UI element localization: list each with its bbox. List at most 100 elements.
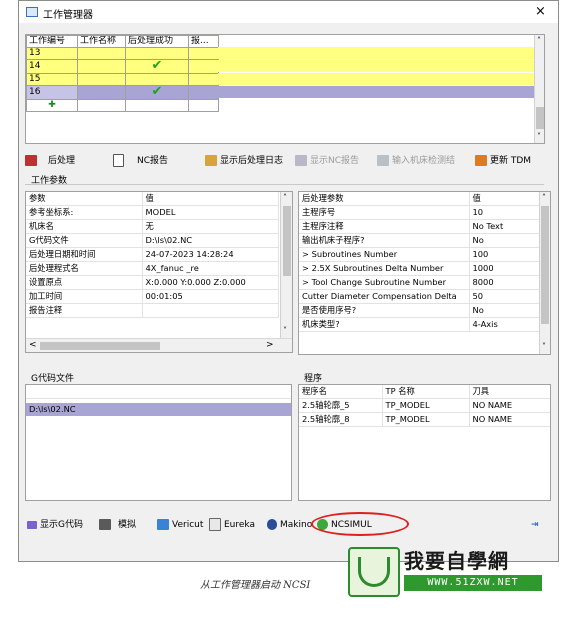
col-report[interactable]: 报... [188,35,219,48]
programs-table: 程序名 TP 名称 刀具 2.5轴轮廓_5 TP_MODEL NO NAME 2.5… [299,385,550,427]
new-row[interactable]: ✚ [26,99,219,112]
scroll-up-icon[interactable]: ˄ [542,193,546,202]
table-row[interactable]: 加工时间 00:01:05 [26,289,279,304]
update-tdm-label: 更新 TDM [490,156,532,166]
scroll-thumb[interactable] [536,107,544,129]
report-disabled-icon [295,155,307,166]
table-row[interactable]: 设置原点 X:0.000 Y:0.000 Z:0.000 [26,275,279,290]
nc-report-button[interactable]: NC报告 [113,154,168,168]
table-row[interactable]: > Subroutines Number 100 [299,247,540,262]
col-tp-name[interactable]: TP 名称 [382,385,470,399]
col-job-id[interactable]: 工作编号 [26,35,78,48]
table-row[interactable]: 输出机床子程序? No [299,233,540,248]
machine-check-icon [377,155,389,166]
table-row[interactable]: 14 ✔ [26,59,219,74]
table-row[interactable]: 机床名无 [26,219,279,234]
col-program-name[interactable]: 程序名 [299,385,383,399]
table-row[interactable]: 参考坐标系: MODEL [26,205,279,220]
param-value: 4X_fanuc _re [142,261,279,276]
table-row[interactable]: G代码文件 D:\ls\02.NC [26,233,279,248]
scroll-left-icon[interactable]: < [29,340,37,350]
scroll-down-icon[interactable]: ˅ [537,132,541,141]
table-row[interactable]: Cutter Diameter Compensation Delta 50 [299,289,540,304]
table-row[interactable]: 报告注释 [26,303,279,318]
scroll-thumb[interactable] [541,206,549,324]
divider [25,184,544,185]
postprocess-icon [25,155,37,166]
check-icon: ✔ [151,59,163,73]
eureka-button[interactable]: Eureka [209,518,255,532]
vericut-button[interactable]: Vericut [157,518,203,532]
exit-icon[interactable]: ⇥ [531,518,539,532]
scroll-down-icon[interactable]: ˅ [283,326,287,335]
table-row[interactable]: 2.5轴轮廓_8 TP_MODEL NO NAME [299,412,550,427]
table-row[interactable]: 机床类型? 4-Axis [299,317,540,332]
table-row[interactable]: 后处理程式名 4X_fanuc _re [26,261,279,276]
col-param[interactable]: 参数 [26,192,143,206]
param-name: 报告注释 [26,303,143,318]
table-row[interactable]: 是否使用序号? No [299,303,540,318]
add-row-icon[interactable]: ✚ [26,99,78,112]
post-param-value: 1000 [469,261,540,276]
show-post-log-button[interactable]: 显示后处理日志 [205,154,283,168]
postprocess-label: 后处理 [48,156,76,166]
table-row[interactable]: 2.5轴轮廓_5 TP_MODEL NO NAME [299,398,550,413]
col-post-success[interactable]: 后处理成功 [125,35,189,48]
post-param-value: 10 [469,205,540,220]
col-value[interactable]: 值 [142,192,279,206]
col-tool[interactable]: 刀具 [469,385,550,399]
gcode-file-item[interactable]: D:\ls\02.NC [26,403,291,416]
post-param-name: Cutter Diameter Compensation Delta [299,289,470,304]
row-fill [218,73,535,85]
postprocess-button[interactable]: 后处理 [25,154,75,168]
table-row[interactable]: 后处理日期和时间 24-07-2023 14:28:24 [26,247,279,262]
simulate-button[interactable]: 模拟 [99,518,136,532]
watermark-title: 我要自學網 [404,549,509,573]
scroll-thumb[interactable] [283,206,291,276]
gcode-files-panel: D:\ls\02.NC [25,384,292,501]
gcode-files-header [26,385,291,399]
table-row[interactable]: 13 [26,47,219,60]
jobs-scrollbar[interactable]: ˄ ˅ [534,35,544,143]
job-name [77,59,126,74]
machine-check-button[interactable]: 输入机床检测结 [377,154,455,168]
table-row[interactable]: 主程序注释 No Text [299,219,540,234]
param-name: 机床名 [26,219,143,234]
job-id: 13 [26,47,78,60]
report-icon [113,154,124,167]
makino-button[interactable]: Makino [267,518,312,532]
scroll-thumb[interactable] [40,342,160,350]
empty-cell [125,99,189,112]
table-row-selected[interactable]: 16 ✔ [26,85,219,100]
scroll-up-icon[interactable]: ˄ [537,36,541,45]
table-row[interactable]: 主程序号 10 [299,205,540,220]
post-param-name: > 2.5X Subroutines Delta Number [299,261,470,276]
row-fill [218,47,535,59]
col-post-param[interactable]: 后处理参数 [299,192,470,206]
work-params-hscroll[interactable]: < > [26,338,292,352]
post-param-value: No [469,303,540,318]
update-tdm-button[interactable]: 更新 TDM [475,154,531,168]
scroll-down-icon[interactable]: ˅ [542,342,546,351]
col-job-name[interactable]: 工作名称 [77,35,126,48]
scroll-up-icon[interactable]: ˄ [283,193,287,202]
post-param-name: 主程序号 [299,205,470,220]
job-name [77,73,126,86]
show-nc-report-button[interactable]: 显示NC报告 [295,154,359,168]
work-params-vscroll[interactable]: ˄ ˅ [280,192,292,338]
post-params-vscroll[interactable]: ˄ ˅ [539,192,550,354]
param-value: D:\ls\02.NC [142,233,279,248]
program-name: 2.5轴轮廓_5 [299,398,383,413]
show-gcode-button[interactable]: 显示G代码 [27,518,83,532]
table-row[interactable]: 15 [26,73,219,86]
simulate-icon [99,519,111,530]
close-button[interactable]: × [535,4,546,19]
col-post-value[interactable]: 值 [469,192,540,206]
param-value: X:0.000 Y:0.000 Z:0.000 [142,275,279,290]
job-id: 15 [26,73,78,86]
table-row[interactable]: > Tool Change Subroutine Number 8000 [299,275,540,290]
table-row[interactable]: > 2.5X Subroutines Delta Number 1000 [299,261,540,276]
post-param-value: 50 [469,289,540,304]
job-id: 14 [26,59,78,74]
scroll-right-icon[interactable]: > [266,340,274,350]
